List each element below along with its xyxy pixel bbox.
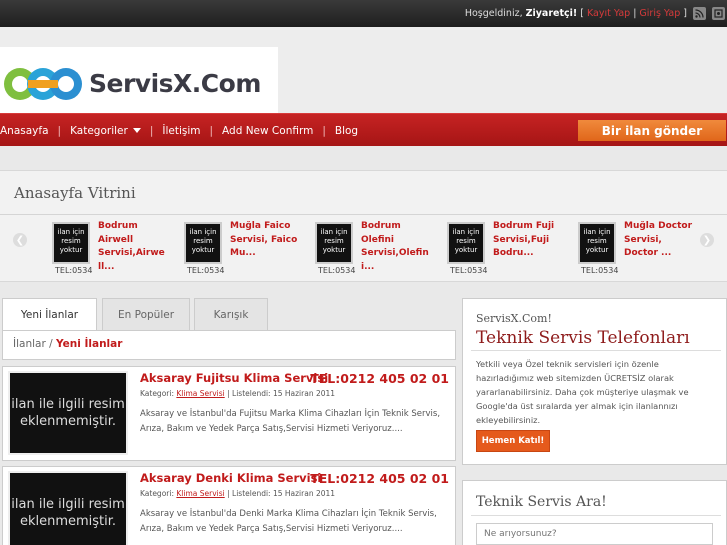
divider: [471, 515, 721, 516]
promo-text: Yetkili veya Özel teknik servisleri için…: [476, 359, 689, 425]
register-link[interactable]: Kayıt Yap: [587, 8, 630, 19]
showcase-item[interactable]: ilan için resim yoktur TEL:0534 Bodrum F…: [443, 219, 568, 279]
listing-description: Aksaray ve İstanbul'da Denki Marka Klima…: [140, 509, 437, 534]
showcase-item[interactable]: ilan için resim yoktur TEL:0534 Bodrum A…: [48, 219, 173, 279]
showcase-thumb: ilan için resim yoktur: [184, 222, 222, 264]
listing-thumb[interactable]: ilan ile ilgili resim eklenmemiştir.: [8, 371, 128, 455]
showcase-thumb: ilan için resim yoktur: [578, 222, 616, 264]
social-icon[interactable]: [712, 7, 725, 20]
nav-separator: |: [57, 124, 62, 137]
showcase-item-title[interactable]: Muğla Doctor Servisi, Doctor ...: [624, 220, 698, 261]
divider: |: [633, 8, 637, 19]
listing-title[interactable]: Aksaray Fujitsu Klima Servisi: [140, 371, 328, 385]
breadcrumb-current: Yeni İlanlar: [56, 338, 123, 350]
listing-title[interactable]: Aksaray Denki Klima Servisi: [140, 471, 321, 485]
listing-meta: Kategori: Klima Servisi | Listelendi: 15…: [140, 489, 335, 498]
nav-add-new-confirm[interactable]: Add New Confirm: [222, 125, 313, 137]
carousel-next-button[interactable]: ❯: [700, 233, 714, 247]
login-link[interactable]: Giriş Yap: [639, 8, 680, 19]
join-now-button[interactable]: Hemen Katıl!: [476, 430, 550, 452]
showcase-item-title[interactable]: Bodrum Olefini Servisi,Olefin i...: [361, 220, 435, 274]
nav-separator: |: [322, 124, 326, 137]
search-input[interactable]: [476, 523, 713, 545]
nav-separator: |: [149, 124, 154, 137]
breadcrumb-separator: /: [45, 338, 56, 350]
showcase-phone: TEL:0534: [187, 266, 225, 275]
main-nav: Anasayfa | Kategoriler | İletişim | Add …: [0, 113, 727, 146]
divider: [0, 214, 727, 215]
logo-text: ServisX.Com: [89, 69, 261, 98]
category-label: Kategori:: [140, 489, 174, 498]
divider: [471, 350, 721, 351]
nav-contact[interactable]: İletişim: [162, 125, 200, 137]
listing-description: Aksaray ve İstanbul'da Fujitsu Marka Kli…: [140, 409, 441, 434]
breadcrumb-root[interactable]: İlanlar: [13, 338, 46, 350]
breadcrumb-bar: İlanlar / Yeni İlanlar: [2, 330, 456, 360]
site-header: ServisX.Com: [0, 27, 727, 120]
showcase-item-title[interactable]: Muğla Faico Servisi, Faico Mu...: [230, 220, 304, 261]
nav-home[interactable]: Anasayfa: [0, 125, 49, 137]
showcase-item[interactable]: ilan için resim yoktur TEL:0534 Muğla Do…: [574, 219, 699, 279]
showcase-item[interactable]: ilan için resim yoktur TEL:0534 Bodrum O…: [311, 219, 436, 279]
rss-icon[interactable]: [693, 7, 706, 20]
showcase-phone: TEL:0534: [450, 266, 488, 275]
nav-categories[interactable]: Kategoriler: [70, 125, 141, 137]
promo-title: Teknik Servis Telefonları: [476, 328, 690, 348]
nav-separator: |: [209, 124, 214, 137]
showcase-phone: TEL:0534: [581, 266, 619, 275]
breadcrumb: İlanlar / Yeni İlanlar: [13, 338, 122, 350]
promo-box: ServisX.Com! Teknik Servis Telefonları Y…: [462, 298, 727, 465]
listing-meta: Kategori: Klima Servisi | Listelendi: 15…: [140, 389, 335, 398]
tab-popular[interactable]: En Popüler: [102, 298, 190, 330]
listing-thumb[interactable]: ilan ile ilgili resim eklenmemiştir.: [8, 471, 128, 545]
listing-item: ilan ile ilgili resim eklenmemiştir. Aks…: [2, 366, 456, 461]
bracket-close: ]: [683, 8, 687, 19]
tab-mixed[interactable]: Karışık: [194, 298, 268, 330]
showcase-thumb: ilan için resim yoktur: [315, 222, 353, 264]
bracket-open: [: [580, 8, 584, 19]
category-link[interactable]: Klima Servisi: [176, 489, 224, 498]
showcase-item[interactable]: ilan için resim yoktur TEL:0534 Muğla Fa…: [180, 219, 305, 279]
user-name: Ziyaretçi!: [525, 8, 578, 19]
showcase-carousel: Anasayfa Vitrini ❮ ❯ ilan için resim yok…: [0, 170, 727, 282]
category-link[interactable]: Klima Servisi: [176, 389, 224, 398]
greeting-text: Hoşgeldiniz,: [464, 8, 523, 19]
carousel-prev-button[interactable]: ❮: [13, 233, 27, 247]
showcase-item-title[interactable]: Bodrum Fuji Servisi,Fuji Bodru...: [493, 220, 567, 261]
nav-categories-label[interactable]: Kategoriler: [70, 125, 128, 137]
showcase-title: Anasayfa Vitrini: [14, 184, 136, 202]
listing-phone: TEL:0212 405 02 01: [310, 471, 449, 486]
listing-item: ilan ile ilgili resim eklenmemiştir. Aks…: [2, 466, 456, 545]
promo-site-name: ServisX.Com!: [476, 312, 552, 325]
listing-phone: TEL:0212 405 02 01: [310, 371, 449, 386]
top-bar: Hoşgeldiniz, Ziyaretçi! [ Kayıt Yap | Gi…: [0, 0, 727, 27]
showcase-phone: TEL:0534: [55, 266, 93, 275]
listed-date: | Listelendi: 15 Haziran 2011: [227, 489, 336, 498]
search-box-title: Teknik Servis Ara!: [476, 494, 607, 510]
site-logo[interactable]: ServisX.Com: [0, 47, 278, 120]
showcase-phone: TEL:0534: [318, 266, 356, 275]
chevron-down-icon: [132, 128, 141, 133]
user-bar: Hoşgeldiniz, Ziyaretçi! [ Kayıt Yap | Gi…: [465, 0, 727, 27]
post-listing-button[interactable]: Bir ilan gönder: [578, 120, 726, 141]
category-label: Kategori:: [140, 389, 174, 398]
tab-new-listings[interactable]: Yeni İlanlar: [2, 298, 97, 331]
logo-mark-icon: [3, 56, 83, 112]
listed-date: | Listelendi: 15 Haziran 2011: [227, 389, 336, 398]
nav-blog[interactable]: Blog: [335, 125, 358, 137]
search-box: Teknik Servis Ara!: [462, 480, 727, 545]
showcase-thumb: ilan için resim yoktur: [52, 222, 90, 264]
showcase-item-title[interactable]: Bodrum Airwell Servisi,Airwe ll...: [98, 220, 172, 274]
showcase-thumb: ilan için resim yoktur: [447, 222, 485, 264]
